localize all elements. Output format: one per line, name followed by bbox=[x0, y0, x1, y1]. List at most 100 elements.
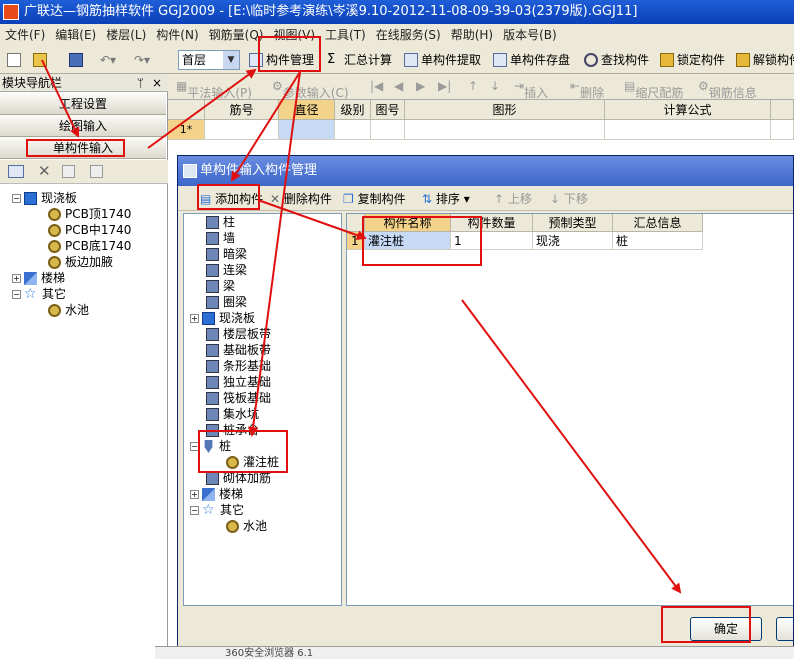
find-component-button[interactable]: 查找构件 bbox=[583, 50, 649, 70]
grid-header-diameter: 直径(mm) bbox=[279, 100, 335, 137]
move-down-button[interactable]: ↓ 下移 bbox=[550, 190, 588, 208]
menu-help[interactable]: 帮助(H) bbox=[446, 24, 498, 46]
tree-node-stairs[interactable]: + 楼梯 bbox=[190, 486, 243, 502]
tree-node-stairs[interactable]: + 楼梯 bbox=[12, 270, 65, 286]
expand-icon[interactable]: + bbox=[12, 274, 21, 283]
grid-cell[interactable] bbox=[205, 120, 279, 140]
unlock-component-button[interactable]: 解锁构件 bbox=[735, 50, 794, 70]
tree-node-ring-beam[interactable]: 圈梁 bbox=[206, 294, 247, 310]
dialog-toolbar: ▤ 添加构件 ✕ 删除构件 ❐ 复制构件 ⇅ 排序 ▾ ↑ 上移 ↓ 下移 bbox=[178, 186, 793, 211]
grid-cell-active[interactable] bbox=[279, 120, 335, 140]
taskbar-item[interactable]: 360安全浏览器 6.1 bbox=[155, 646, 794, 659]
close-icon[interactable]: × bbox=[152, 74, 162, 92]
first-record-icon[interactable]: |◀ bbox=[370, 79, 383, 93]
open-folder-icon[interactable] bbox=[32, 50, 50, 70]
prev-record-icon[interactable]: ◀ bbox=[394, 79, 403, 93]
tree-node-strip-foundation[interactable]: 条形基础 bbox=[206, 358, 271, 374]
delete-row-button[interactable]: ⇤ 删除 bbox=[570, 79, 604, 100]
grid-cell[interactable] bbox=[405, 120, 605, 140]
extract-component-button[interactable]: 单构件提取 bbox=[403, 50, 481, 70]
gear-icon bbox=[48, 208, 61, 221]
highlight-table-row bbox=[362, 216, 482, 266]
copy-icon[interactable] bbox=[62, 165, 75, 178]
delete-icon[interactable]: ✕ bbox=[38, 162, 51, 180]
grid-cell[interactable] bbox=[335, 120, 371, 140]
tree-node-pcb-top[interactable]: PCB顶1740 bbox=[48, 206, 131, 222]
tree-node-other[interactable]: − ☆ 其它 bbox=[12, 286, 66, 302]
grid-header-bar-no: 筋号 bbox=[205, 100, 279, 120]
move-up-icon[interactable]: ↑ bbox=[468, 79, 478, 93]
drawing-input-button[interactable]: 绘图输入 bbox=[0, 115, 166, 137]
plan-input-button[interactable]: ▦ 平法输入(P) bbox=[176, 79, 252, 100]
properties-icon[interactable] bbox=[8, 165, 24, 178]
undo-icon[interactable]: ↶▾ bbox=[100, 50, 116, 70]
rebar-grid: 筋号 直径(mm) 级别 图号 图形 计算公式 1* bbox=[168, 100, 794, 140]
sort-button[interactable]: ⇅ 排序 ▾ bbox=[422, 190, 470, 208]
menu-online[interactable]: 在线服务(S) bbox=[371, 24, 446, 46]
tree-node-sump-pit[interactable]: 集水坑 bbox=[206, 406, 259, 422]
tree-node-pcb-bottom[interactable]: PCB底1740 bbox=[48, 238, 131, 254]
cancel-button[interactable] bbox=[776, 617, 793, 641]
menu-floor[interactable]: 楼层(L) bbox=[101, 24, 151, 46]
tree-node-pool[interactable]: 水池 bbox=[226, 518, 267, 534]
project-settings-button[interactable]: 工程设置 bbox=[0, 93, 166, 115]
star-icon: ☆ bbox=[202, 502, 215, 518]
store-component-button[interactable]: 单构件存盘 bbox=[492, 50, 570, 70]
scale-rebar-button[interactable]: ▤ 缩尺配筋 bbox=[624, 79, 683, 100]
tree-node-column[interactable]: 柱 bbox=[206, 214, 235, 230]
collapse-icon[interactable]: − bbox=[12, 194, 21, 203]
menu-component[interactable]: 构件(N) bbox=[151, 24, 203, 46]
expand-icon[interactable]: + bbox=[190, 490, 199, 499]
tree-node-coupling-beam[interactable]: 连梁 bbox=[206, 262, 247, 278]
nav-panel-header: 模块导航栏 ᛘ × bbox=[0, 74, 168, 92]
tree-node-foundation-band[interactable]: 基础板带 bbox=[206, 342, 271, 358]
new-file-icon[interactable] bbox=[6, 50, 21, 70]
param-input-button[interactable]: ⚙ 参数输入(C) bbox=[272, 79, 349, 100]
tree-node-slab-haunch[interactable]: 板边加腋 bbox=[48, 254, 113, 270]
tree-node-hidden-beam[interactable]: 暗梁 bbox=[206, 246, 247, 262]
move-up-button[interactable]: ↑ 上移 bbox=[494, 190, 532, 208]
menu-tools[interactable]: 工具(T) bbox=[320, 24, 371, 46]
save-icon[interactable] bbox=[68, 50, 86, 70]
copy-component-button[interactable]: ❐ 复制构件 bbox=[343, 190, 406, 208]
tree-label: 条形基础 bbox=[223, 359, 272, 373]
menu-version[interactable]: 版本号(B) bbox=[498, 24, 562, 46]
rebar-info-button[interactable]: ⚙ 钢筋信息 bbox=[698, 79, 757, 100]
pin-icon[interactable]: ᛘ bbox=[137, 74, 144, 92]
tree-node-wall[interactable]: 墙 bbox=[206, 230, 235, 246]
tree-node-isolated-foundation[interactable]: 独立基础 bbox=[206, 374, 271, 390]
tree-node-raft-foundation[interactable]: 筏板基础 bbox=[206, 390, 271, 406]
tree-label: PCB底1740 bbox=[65, 239, 132, 253]
move-down-icon[interactable]: ↓ bbox=[490, 79, 500, 93]
grid-cell[interactable] bbox=[371, 120, 405, 140]
summary-calc-button[interactable]: Σ 汇总计算 bbox=[326, 50, 392, 70]
tree-label: 楼层板带 bbox=[223, 327, 272, 341]
band-icon bbox=[206, 328, 219, 341]
tree-node-slab[interactable]: − 现浇板 bbox=[12, 190, 77, 206]
tree-node-pcb-mid[interactable]: PCB中1740 bbox=[48, 222, 131, 238]
collapse-icon[interactable]: − bbox=[190, 506, 199, 515]
delete-component-button[interactable]: ✕ 删除构件 bbox=[270, 190, 332, 208]
tree-node-other[interactable]: − ☆ 其它 bbox=[190, 502, 244, 518]
expand-icon[interactable]: + bbox=[190, 314, 199, 323]
menu-file[interactable]: 文件(F) bbox=[0, 24, 50, 46]
tree-node-pool[interactable]: 水池 bbox=[48, 302, 89, 318]
table-cell-type[interactable]: 现浇 bbox=[533, 232, 613, 250]
menu-edit[interactable]: 编辑(E) bbox=[50, 24, 101, 46]
collapse-icon[interactable]: − bbox=[12, 290, 21, 299]
redo-icon[interactable]: ↷▾ bbox=[134, 50, 150, 70]
grid-cell[interactable] bbox=[605, 120, 771, 140]
store-component-label: 单构件存盘 bbox=[510, 53, 571, 67]
tree-node-floor-band[interactable]: 楼层板带 bbox=[206, 326, 271, 342]
next-record-icon[interactable]: ▶ bbox=[416, 79, 425, 93]
grid-cell[interactable] bbox=[771, 120, 794, 140]
table-cell-summary[interactable]: 桩 bbox=[613, 232, 703, 250]
lock-component-button[interactable]: 锁定构件 bbox=[659, 50, 725, 70]
paste-icon[interactable] bbox=[90, 165, 103, 178]
tree-label: 现浇板 bbox=[41, 191, 78, 205]
tree-node-beam[interactable]: 梁 bbox=[206, 278, 235, 294]
last-record-icon[interactable]: ▶| bbox=[438, 79, 451, 93]
insert-row-button[interactable]: ⇥ 插入 bbox=[514, 79, 548, 100]
tree-node-cast-slab[interactable]: + 现浇板 bbox=[190, 310, 255, 326]
floor-select[interactable]: 首层 ▼ bbox=[178, 50, 240, 70]
